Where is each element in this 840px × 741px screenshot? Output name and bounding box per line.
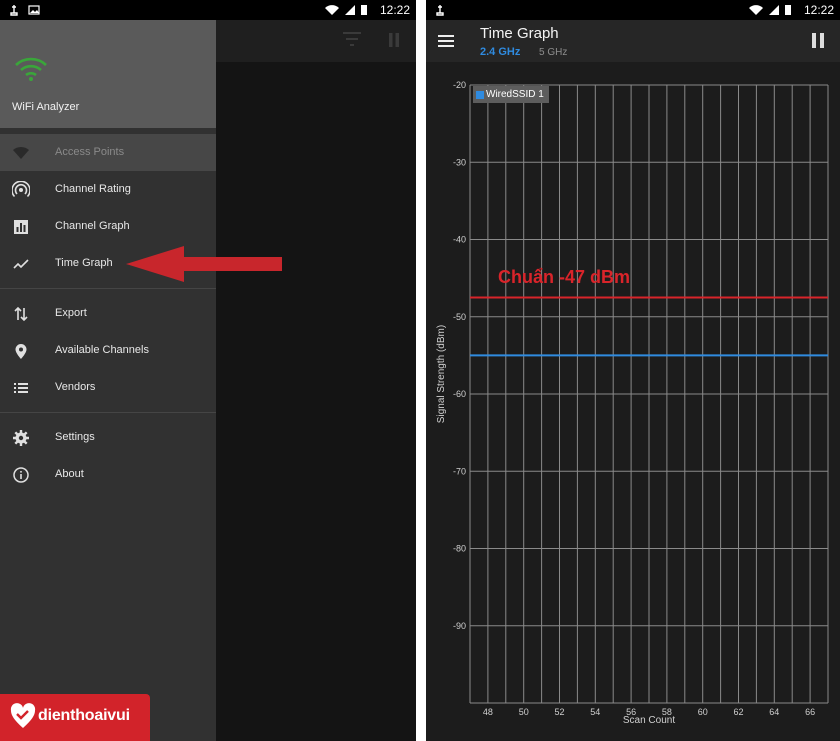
brand-watermark: dienthoaivui (0, 694, 150, 741)
navigation-drawer: WiFi Analyzer Access Points Channel Rati… (0, 20, 216, 741)
nav-label: About (55, 468, 84, 480)
left-status-bar: 12:22 (0, 0, 416, 20)
y-tick-label: -70 (453, 466, 466, 476)
menu-icon[interactable] (438, 34, 454, 48)
cell-signal-icon (769, 5, 779, 15)
brand-name: dienthoaivui (38, 707, 130, 724)
wifi-icon (13, 146, 29, 159)
nav-item-settings[interactable]: Settings (0, 419, 216, 456)
right-status-bar: 12:22 (426, 0, 840, 20)
nav-item-available-channels[interactable]: Available Channels (0, 332, 216, 369)
location-pin-icon (15, 344, 27, 359)
image-icon (28, 5, 40, 15)
wifi-signal-icon (749, 5, 763, 15)
right-system-icons (748, 4, 792, 16)
nav-label: Settings (55, 431, 95, 443)
line-chart-icon (13, 259, 29, 269)
battery-icon (785, 5, 791, 15)
nav-label: Channel Graph (55, 220, 130, 232)
nav-label: Available Channels (55, 344, 149, 356)
x-tick-label: 66 (805, 707, 815, 717)
app-name: WiFi Analyzer (12, 101, 80, 113)
right-phone-screen: 12:22 Time Graph 2.4 GHz 5 GHz -20 -30 -40… (426, 0, 840, 741)
app-toolbar: Time Graph 2.4 GHz 5 GHz (426, 20, 840, 62)
wifi-logo-icon (15, 57, 47, 81)
left-notification-icons (8, 4, 40, 16)
x-tick-label: 48 (483, 707, 493, 717)
info-icon (13, 467, 29, 483)
page-title: Time Graph (480, 25, 559, 42)
x-tick-label: 54 (590, 707, 600, 717)
list-icon (14, 383, 28, 393)
pause-icon[interactable] (388, 33, 400, 47)
band-tab-5ghz[interactable]: 5 GHz (539, 47, 567, 58)
usb-icon (436, 5, 444, 16)
x-axis-label: Scan Count (623, 715, 675, 726)
nav-item-channel-rating[interactable]: Channel Rating (0, 171, 216, 208)
x-tick-label: 60 (698, 707, 708, 717)
left-phone-screen: 12:22 WiFi Analyzer Access Points Channe… (0, 0, 416, 741)
drawer-divider (0, 288, 216, 289)
nav-label: Access Points (55, 146, 125, 158)
nav-label: Export (55, 307, 87, 319)
time-graph-chart: -20-30-40-50-60-70-80-9048 50 52 54 56 58 60 62… (436, 80, 829, 726)
app-content-dimmed (216, 20, 416, 741)
gear-icon (13, 430, 29, 446)
right-notification-icons (434, 4, 446, 16)
x-tick-label: 52 (554, 707, 564, 717)
legend-swatch (476, 90, 484, 99)
swap-vertical-icon (14, 306, 28, 322)
brand-logo (10, 703, 36, 728)
y-axis-label: Signal Strength (dBm) (436, 325, 447, 423)
antenna-icon (12, 181, 30, 198)
annotation-arrow (126, 246, 282, 282)
x-tick-label: 64 (769, 707, 779, 717)
wifi-signal-icon (325, 5, 339, 15)
y-tick-label: -80 (453, 544, 466, 554)
nav-item-vendors[interactable]: Vendors (0, 369, 216, 406)
y-tick-label: -40 (453, 235, 466, 245)
nav-item-channel-graph[interactable]: Channel Graph (0, 208, 216, 245)
band-tab-2-4ghz[interactable]: 2.4 GHz (480, 46, 520, 58)
nav-item-export[interactable]: Export (0, 295, 216, 332)
filter-icon[interactable] (342, 31, 362, 47)
screenshot-separator (416, 0, 426, 741)
status-time: 12:22 (803, 3, 834, 17)
bar-chart-icon (14, 220, 28, 234)
left-system-icons (324, 4, 368, 16)
app-toolbar-dimmed (216, 20, 416, 62)
y-tick-label: -20 (453, 80, 466, 90)
nav-label: Channel Rating (55, 183, 131, 195)
y-tick-label: -50 (453, 312, 466, 322)
chart-legend: WiredSSID 1 (473, 86, 549, 103)
drawer-header: WiFi Analyzer (0, 20, 216, 128)
x-tick-label: 62 (733, 707, 743, 717)
y-tick-label: -90 (453, 621, 466, 631)
nav-item-access-points[interactable]: Access Points (0, 134, 216, 171)
y-tick-label: -30 (453, 157, 466, 167)
drawer-divider (0, 412, 216, 413)
y-tick-label: -60 (453, 389, 466, 399)
x-tick-label: 50 (519, 707, 529, 717)
nav-label: Time Graph (55, 257, 113, 269)
pause-icon[interactable] (812, 33, 824, 48)
legend-label: WiredSSID 1 (486, 89, 544, 100)
status-time: 12:22 (379, 3, 410, 17)
usb-icon (10, 5, 18, 16)
nav-label: Vendors (55, 381, 96, 393)
nav-item-about[interactable]: About (0, 456, 216, 493)
cell-signal-icon (345, 5, 355, 15)
reference-annotation: Chuẩn -47 dBm (498, 267, 631, 287)
battery-icon (361, 5, 367, 15)
